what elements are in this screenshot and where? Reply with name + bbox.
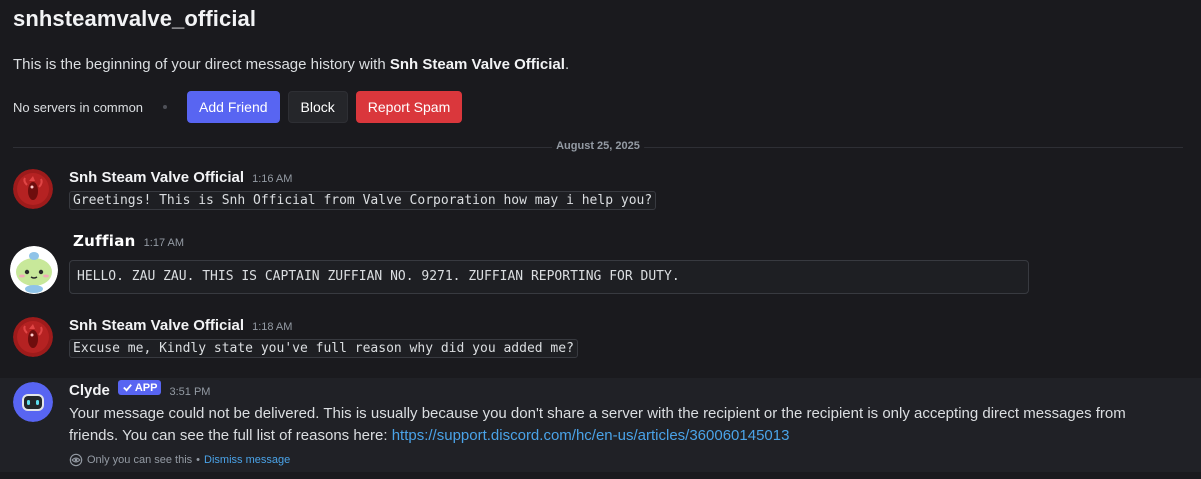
valve-avatar-icon[interactable] xyxy=(13,317,53,357)
message-timestamp: 1:18 AM xyxy=(252,321,293,333)
message-author[interactable]: Clyde xyxy=(69,382,110,399)
intro-user-name: Snh Steam Valve Official xyxy=(389,56,565,73)
page-title: snhsteamvalve_official xyxy=(13,6,257,31)
add-friend-button[interactable]: Add Friend xyxy=(187,91,280,123)
eye-icon xyxy=(69,453,83,467)
message-code-block: HELLO. ZAU ZAU. THIS IS CAPTAIN ZUFFIAN … xyxy=(69,260,1029,294)
message-content: Greetings! This is Snh Official from Val… xyxy=(69,191,657,210)
intro-prefix: This is the beginning of your direct mes… xyxy=(13,56,390,73)
clyde-message-content: Your message could not be delivered. Thi… xyxy=(69,403,1179,447)
date-divider-label: August 25, 2025 xyxy=(552,140,644,152)
support-link[interactable]: https://support.discord.com/hc/en-us/art… xyxy=(392,427,790,444)
intro-suffix: . xyxy=(564,56,570,73)
app-badge-label: APP xyxy=(134,381,158,394)
report-spam-button[interactable]: Report Spam xyxy=(355,91,463,123)
message-author[interactable]: Snh Steam Valve Official xyxy=(69,169,244,186)
message-header: Zuffian 1:17 AM xyxy=(73,232,184,250)
separator-dot xyxy=(163,105,168,109)
dismiss-message-link[interactable]: Dismiss message xyxy=(204,454,290,466)
dm-intro-text: This is the beginning of your direct mes… xyxy=(13,56,569,73)
message-header: Clyde APP 3:51 PM xyxy=(69,380,211,399)
profile-actions: No servers in common Add Friend Block Re… xyxy=(13,91,463,123)
zuffian-avatar-icon[interactable] xyxy=(10,246,58,294)
dm-header: snhsteamvalve_official xyxy=(13,6,256,32)
valve-avatar-icon[interactable] xyxy=(13,169,53,209)
clyde-avatar-icon[interactable] xyxy=(13,382,53,422)
block-button[interactable]: Block xyxy=(287,91,348,123)
no-servers-label: No servers in common xyxy=(13,99,144,115)
only-you-label: Only you can see this xyxy=(87,454,193,466)
message-timestamp: 3:51 PM xyxy=(169,386,211,398)
date-divider: August 25, 2025 xyxy=(13,140,1183,152)
ephemeral-notice: Only you can see this • Dismiss message xyxy=(69,453,290,467)
verified-check-icon xyxy=(123,384,132,392)
message-timestamp: 1:17 AM xyxy=(143,237,185,249)
app-badge: APP xyxy=(117,380,162,395)
message-header: Snh Steam Valve Official 1:18 AM xyxy=(69,317,292,334)
message-header: Snh Steam Valve Official 1:16 AM xyxy=(69,169,292,186)
message-timestamp: 1:16 AM xyxy=(252,173,293,185)
separator-bullet: • xyxy=(196,454,201,466)
message-author[interactable]: Zuffian xyxy=(73,232,136,250)
message-content: Excuse me, Kindly state you've full reas… xyxy=(69,339,578,358)
message-author[interactable]: Snh Steam Valve Official xyxy=(69,317,244,334)
